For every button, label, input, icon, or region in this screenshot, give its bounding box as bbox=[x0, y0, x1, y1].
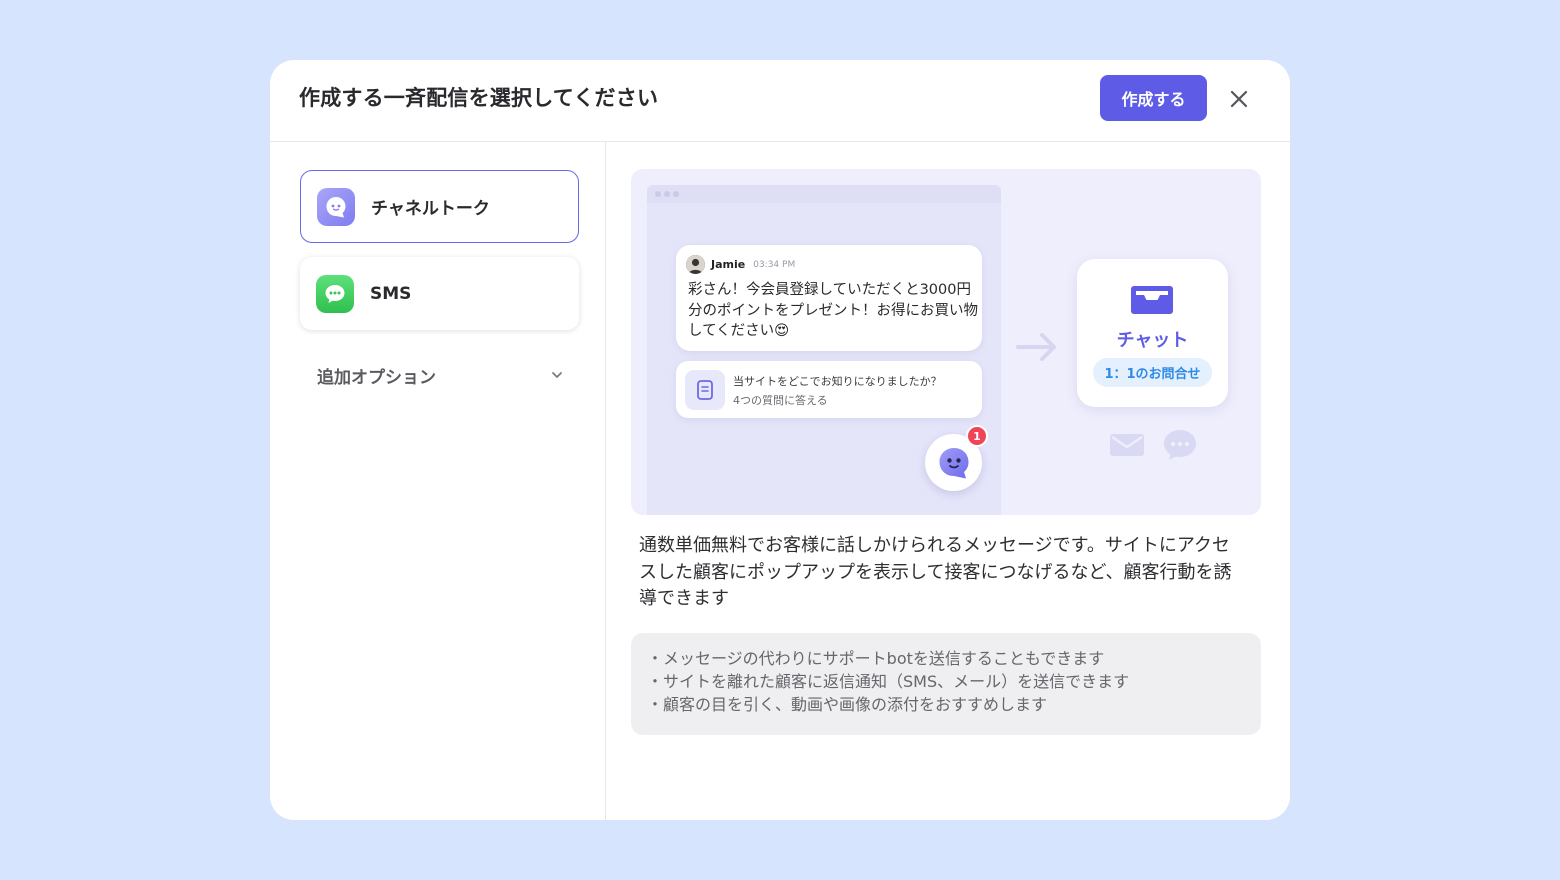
chat-card-title: チャット bbox=[1116, 330, 1189, 351]
sender-name: Jamie bbox=[711, 258, 746, 271]
chat-card-pill: 1：1のお問合せ bbox=[1093, 358, 1212, 387]
chevron-down-icon bbox=[552, 372, 562, 378]
close-button[interactable] bbox=[1225, 85, 1253, 113]
message-time: 03:34 PM bbox=[753, 259, 796, 270]
channel-talk-icon bbox=[317, 187, 355, 226]
survey-subtitle: 4つの質問に答える bbox=[733, 394, 828, 407]
arrow-right-icon bbox=[1016, 333, 1056, 361]
document-icon bbox=[685, 370, 725, 410]
create-button[interactable]: 作成する bbox=[1100, 75, 1207, 121]
additional-options-label: 追加オプション bbox=[317, 367, 436, 388]
preview-illustration: Jamie 03:34 PM 彩さん！今会員登録していただくと3000円分のポイ… bbox=[631, 169, 1261, 515]
feature-notes: ・メッセージの代わりにサポートbotを送信することもできます ・サイトを離れた顧… bbox=[631, 633, 1261, 735]
notification-badge: 1 bbox=[966, 425, 988, 447]
window-dot bbox=[655, 191, 661, 197]
mail-icon bbox=[1110, 434, 1144, 456]
note-item: ・顧客の目を引く、動画や画像の添付をおすすめします bbox=[647, 695, 1048, 714]
window-dot bbox=[664, 191, 670, 197]
broadcast-dialog: 作成する一斉配信を選択してください 作成する チャネルトーク SMS 追加オプシ… bbox=[270, 60, 1290, 820]
survey-question: 当サイトをどこでお知りになりましたか？ bbox=[733, 375, 942, 388]
note-item: ・メッセージの代わりにサポートbotを送信することもできます bbox=[647, 649, 1105, 668]
channel-talk-icon bbox=[939, 447, 968, 478]
additional-options-toggle[interactable]: 追加オプション bbox=[317, 360, 565, 390]
channel-description: 通数単価無料でお客様に話しかけられるメッセージです。サイトにアクセスした顧客にポ… bbox=[639, 535, 1232, 609]
window-dot bbox=[673, 191, 679, 197]
message-header: Jamie 03:34 PM bbox=[686, 255, 795, 274]
browser-bar bbox=[647, 185, 1001, 203]
inbox-icon bbox=[1131, 286, 1173, 314]
avatar bbox=[686, 255, 705, 274]
message-bubble-icon bbox=[1164, 430, 1196, 460]
chat-card: チャット 1：1のお問合せ bbox=[1077, 259, 1228, 407]
option-sms[interactable]: SMS bbox=[300, 257, 579, 330]
sms-bubble-icon bbox=[316, 274, 354, 313]
message-text: 彩さん！今会員登録していただくと3000円分のポイントをプレゼント！お得にお買い… bbox=[688, 282, 978, 339]
channel-list: チャネルトーク SMS 追加オプション bbox=[270, 142, 606, 820]
dialog-title: 作成する一斉配信を選択してください bbox=[299, 86, 659, 110]
survey-card: 当サイトをどこでお知りになりましたか？ 4つの質問に答える bbox=[676, 361, 982, 418]
option-label: SMS bbox=[370, 283, 412, 304]
option-channel-talk[interactable]: チャネルトーク bbox=[300, 170, 579, 243]
dialog-header: 作成する一斉配信を選択してください 作成する bbox=[270, 60, 1290, 142]
option-label: チャネルトーク bbox=[371, 199, 490, 219]
message-bubble: Jamie 03:34 PM 彩さん！今会員登録していただくと3000円分のポイ… bbox=[676, 245, 982, 351]
note-item: ・サイトを離れた顧客に返信通知（SMS、メール）を送信できます bbox=[647, 672, 1130, 691]
close-icon bbox=[1230, 90, 1248, 108]
